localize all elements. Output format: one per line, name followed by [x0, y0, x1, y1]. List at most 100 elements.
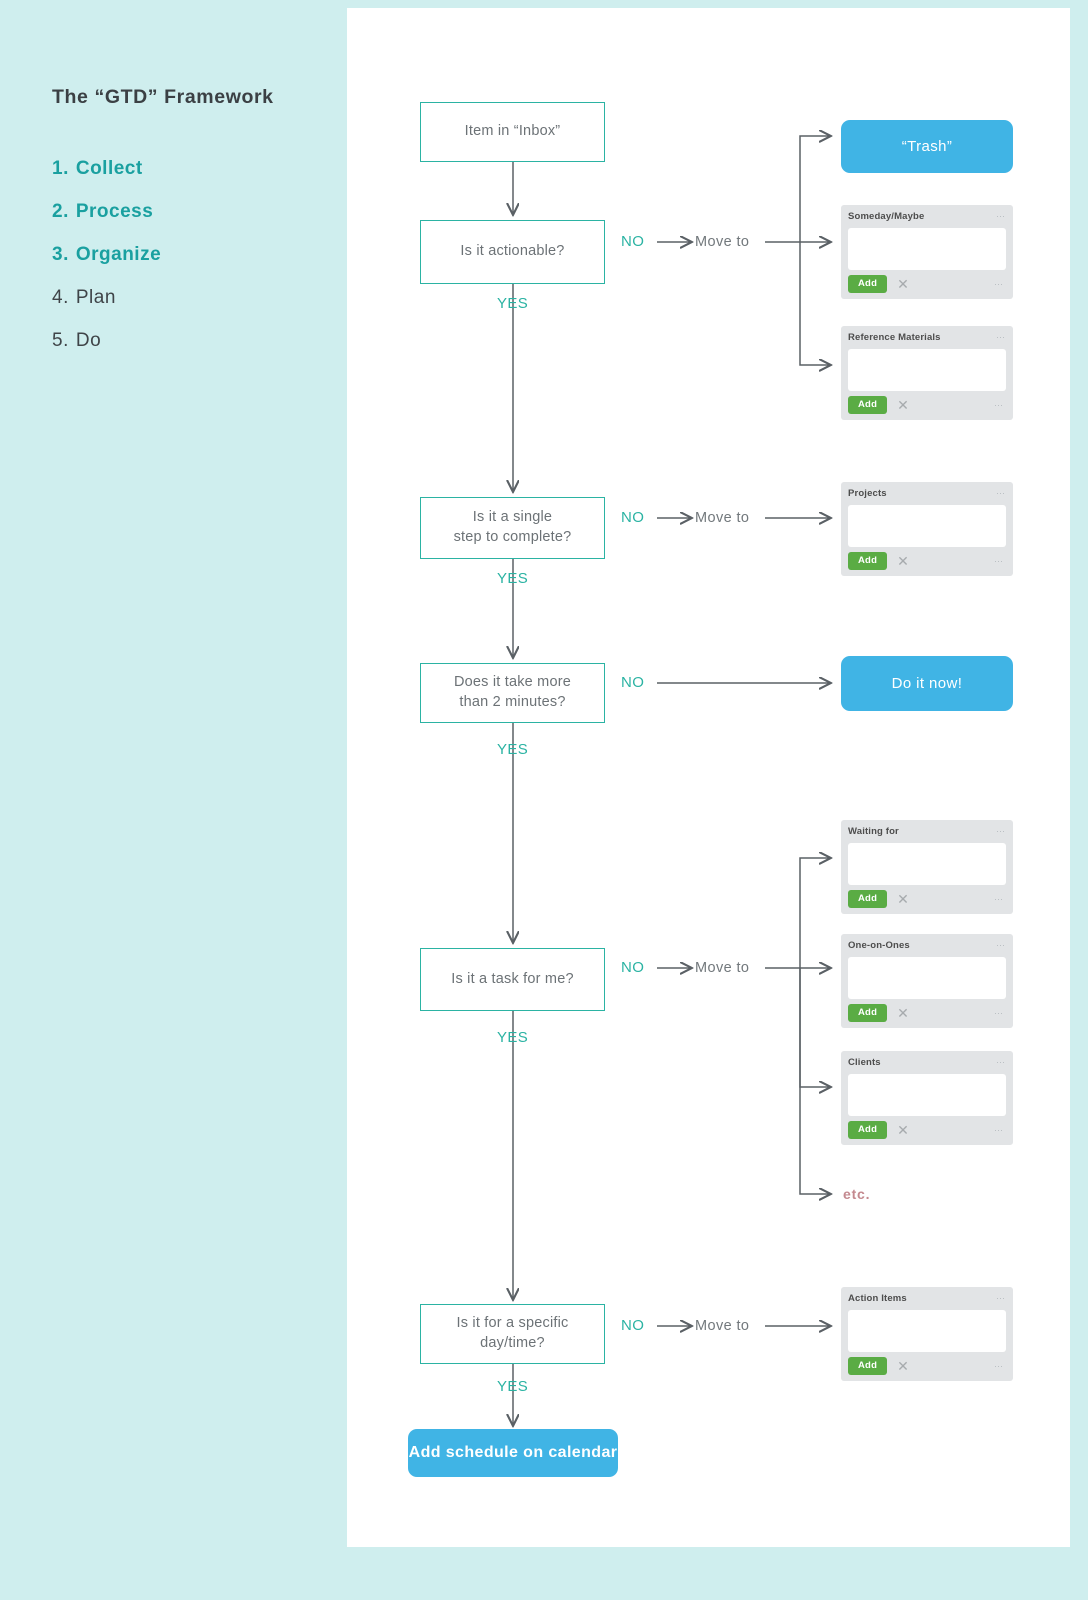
close-icon[interactable]: ✕: [897, 892, 909, 906]
add-button[interactable]: Add: [848, 396, 888, 414]
add-button[interactable]: Add: [848, 1357, 888, 1375]
close-icon[interactable]: ✕: [897, 554, 909, 568]
card-footer-menu-icon[interactable]: ⋯: [994, 279, 1004, 290]
card-projects[interactable]: Projects ⋯ Add ✕ ⋯: [841, 482, 1013, 576]
card-footer: Add ✕ ⋯: [848, 547, 1006, 575]
add-button[interactable]: Add: [848, 890, 888, 908]
sidebar-item-label: Collect: [75, 158, 143, 179]
close-icon[interactable]: ✕: [897, 398, 909, 412]
label-no-single-step: NO: [621, 509, 645, 526]
card-title: One-on-Ones: [848, 940, 910, 951]
card-footer-menu-icon[interactable]: ⋯: [994, 894, 1004, 905]
card-title: Action Items: [848, 1293, 907, 1304]
card-footer-menu-icon[interactable]: ⋯: [994, 400, 1004, 411]
sidebar-item-number: 2.: [52, 201, 69, 222]
node-is-it-single-step[interactable]: Is it a single step to complete?: [420, 497, 605, 559]
label-yes-single-step: YES: [497, 570, 529, 587]
card-footer: Add ✕ ⋯: [848, 1116, 1006, 1144]
card-title: Clients: [848, 1057, 881, 1068]
label-yes-actionable: YES: [497, 295, 529, 312]
node-item-in-inbox[interactable]: Item in “Inbox”: [420, 102, 605, 162]
card-menu-icon[interactable]: ⋯: [996, 333, 1006, 342]
add-button[interactable]: Add: [848, 1004, 888, 1022]
card-menu-icon[interactable]: ⋯: [996, 1058, 1006, 1067]
node-label: Is it a single step to complete?: [453, 509, 572, 545]
card-header: Someday/Maybe ⋯: [848, 211, 1006, 227]
card-reference-materials[interactable]: Reference Materials ⋯ Add ✕ ⋯: [841, 326, 1013, 420]
card-input-area[interactable]: [848, 843, 1006, 885]
card-input-area[interactable]: [848, 228, 1006, 270]
sidebar-item-label: Organize: [75, 244, 162, 265]
card-menu-icon[interactable]: ⋯: [996, 1294, 1006, 1303]
card-footer: Add ✕ ⋯: [848, 1352, 1006, 1380]
flowchart-canvas: Item in “Inbox” Is it actionable? Is it …: [347, 8, 1070, 1547]
card-menu-icon[interactable]: ⋯: [996, 941, 1006, 950]
sidebar: The “GTD” Framework 1. Collect 2. Proces…: [0, 0, 347, 1600]
label-move-to-specific-day: Move to: [695, 1318, 750, 1334]
label-yes-task-for-me: YES: [497, 1029, 529, 1046]
close-icon[interactable]: ✕: [897, 1006, 909, 1020]
sidebar-item-number: 1.: [52, 158, 69, 179]
sidebar-item-label: Do: [75, 330, 102, 351]
node-is-it-a-task-for-me[interactable]: Is it a task for me?: [420, 948, 605, 1011]
node-label: Is it a task for me?: [451, 970, 574, 987]
label-no-two-minutes: NO: [621, 674, 645, 691]
card-input-area[interactable]: [848, 349, 1006, 391]
close-icon[interactable]: ✕: [897, 277, 909, 291]
node-label: Is it actionable?: [460, 243, 565, 260]
card-header: Reference Materials ⋯: [848, 332, 1006, 348]
card-input-area[interactable]: [848, 957, 1006, 999]
node-label: Is it for a specific day/time?: [456, 1315, 569, 1351]
sidebar-item-number: 4.: [52, 287, 69, 308]
node-takes-more-than-2-minutes[interactable]: Does it take more than 2 minutes?: [420, 663, 605, 723]
close-icon[interactable]: ✕: [897, 1359, 909, 1373]
card-input-area[interactable]: [848, 1310, 1006, 1352]
label-no-specific-day: NO: [621, 1317, 645, 1334]
label-etc: etc.: [843, 1186, 871, 1202]
card-footer-menu-icon[interactable]: ⋯: [994, 1008, 1004, 1019]
card-title: Someday/Maybe: [848, 211, 925, 222]
label-move-to-single-step: Move to: [695, 510, 750, 526]
card-footer: Add ✕ ⋯: [848, 391, 1006, 419]
sidebar-item-label: Plan: [75, 287, 116, 308]
label-no-task-for-me: NO: [621, 959, 645, 976]
label-move-to-actionable: Move to: [695, 234, 750, 250]
node-is-it-for-specific-day-time[interactable]: Is it for a specific day/time?: [420, 1304, 605, 1364]
add-button[interactable]: Add: [848, 1121, 888, 1139]
add-button[interactable]: Add: [848, 552, 888, 570]
card-someday-maybe[interactable]: Someday/Maybe ⋯ Add ✕ ⋯: [841, 205, 1013, 299]
card-footer-menu-icon[interactable]: ⋯: [994, 1125, 1004, 1136]
sidebar-item-label: Process: [75, 201, 154, 222]
sidebar-item-organize[interactable]: 3. Organize: [52, 244, 161, 266]
card-footer: Add ✕ ⋯: [848, 885, 1006, 913]
card-input-area[interactable]: [848, 1074, 1006, 1116]
card-input-area[interactable]: [848, 505, 1006, 547]
card-action-items[interactable]: Action Items ⋯ Add ✕ ⋯: [841, 1287, 1013, 1381]
sidebar-item-process[interactable]: 2. Process: [52, 201, 153, 223]
sidebar-item-collect[interactable]: 1. Collect: [52, 158, 143, 180]
card-menu-icon[interactable]: ⋯: [996, 827, 1006, 836]
label-no-actionable: NO: [621, 233, 645, 250]
card-menu-icon[interactable]: ⋯: [996, 212, 1006, 221]
card-footer-menu-icon[interactable]: ⋯: [994, 556, 1004, 567]
card-clients[interactable]: Clients ⋯ Add ✕ ⋯: [841, 1051, 1013, 1145]
node-label: Item in “Inbox”: [464, 123, 561, 140]
pill-trash[interactable]: “Trash”: [841, 120, 1013, 173]
node-is-it-actionable[interactable]: Is it actionable?: [420, 220, 605, 284]
card-header: Projects ⋯: [848, 488, 1006, 504]
page-root: The “GTD” Framework 1. Collect 2. Proces…: [0, 0, 1088, 1600]
card-footer-menu-icon[interactable]: ⋯: [994, 1361, 1004, 1372]
card-menu-icon[interactable]: ⋯: [996, 489, 1006, 498]
sidebar-title: The “GTD” Framework: [52, 86, 274, 108]
card-waiting-for[interactable]: Waiting for ⋯ Add ✕ ⋯: [841, 820, 1013, 914]
card-one-on-ones[interactable]: One-on-Ones ⋯ Add ✕ ⋯: [841, 934, 1013, 1028]
card-title: Waiting for: [848, 826, 899, 837]
add-button[interactable]: Add: [848, 275, 888, 293]
card-title: Projects: [848, 488, 887, 499]
sidebar-item-do[interactable]: 5. Do: [52, 330, 101, 352]
close-icon[interactable]: ✕: [897, 1123, 909, 1137]
sidebar-item-plan[interactable]: 4. Plan: [52, 287, 116, 309]
pill-do-it-now[interactable]: Do it now!: [841, 656, 1013, 711]
pill-add-schedule-on-calendar[interactable]: Add schedule on calendar: [408, 1429, 618, 1477]
card-header: Action Items ⋯: [848, 1293, 1006, 1309]
